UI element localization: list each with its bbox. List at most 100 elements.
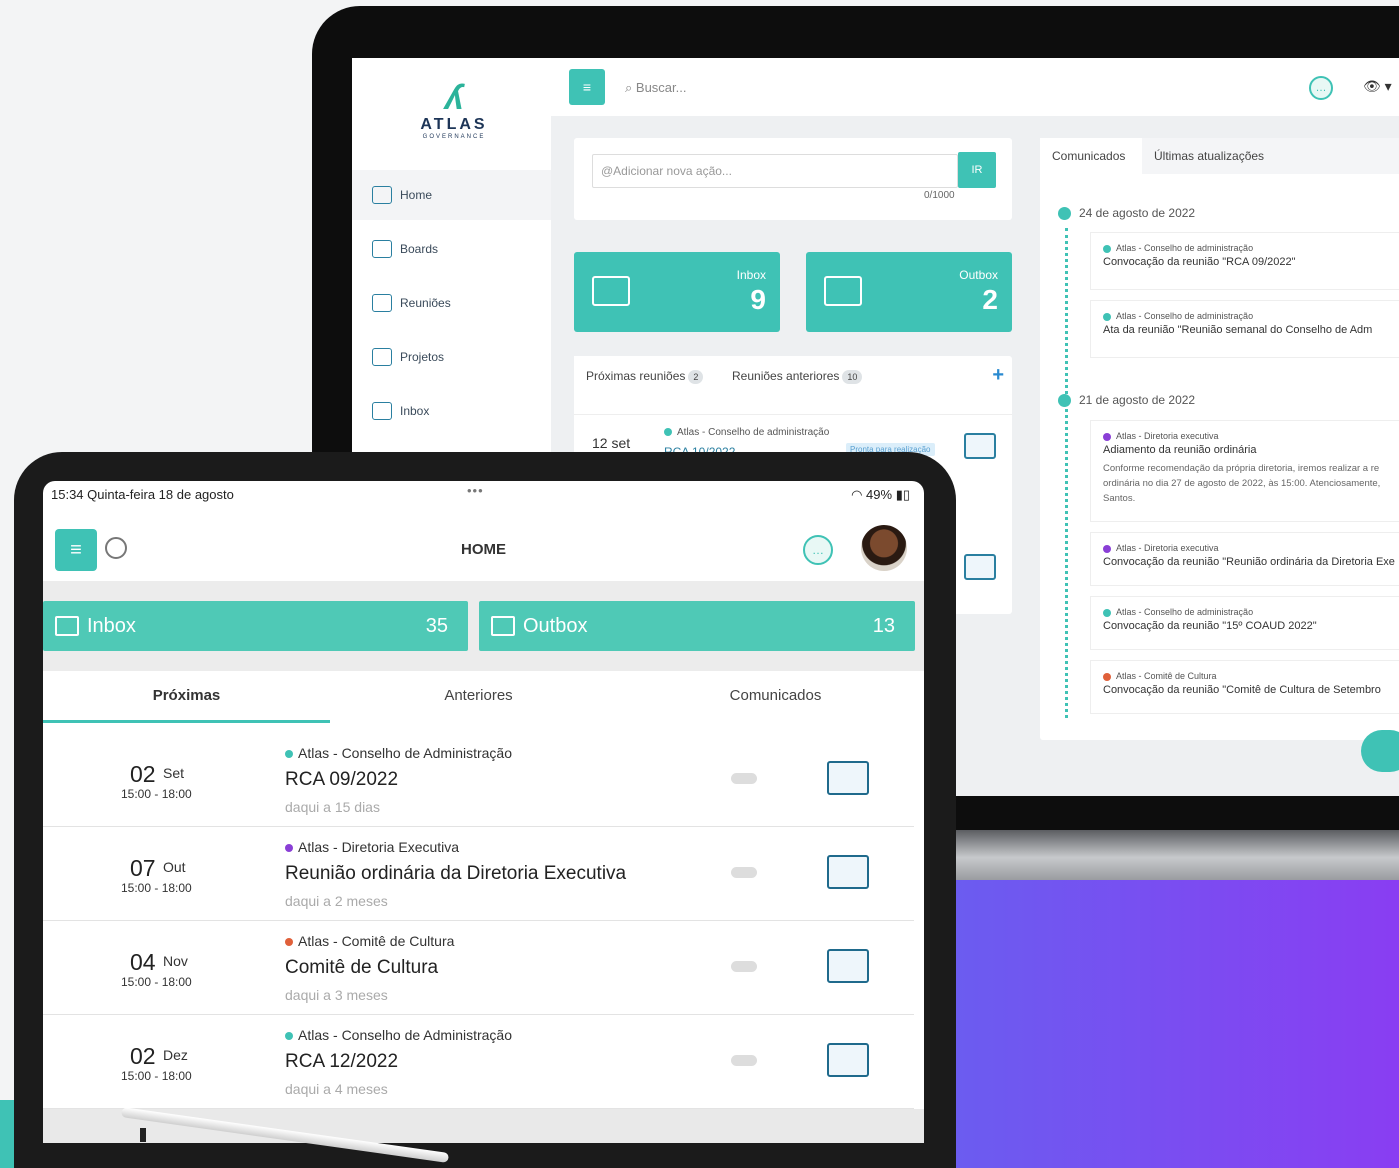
communication-item[interactable]: Atlas - Comitê de Cultura Convocação da … — [1090, 660, 1399, 714]
tab-label: Reuniões anteriores — [732, 369, 840, 383]
meeting-row[interactable]: 02 Dez 15:00 - 18:00 Atlas - Conselho de… — [43, 1015, 914, 1109]
sidebar-item-label: Inbox — [400, 404, 430, 418]
add-action-input[interactable]: @Adicionar nova ação... — [592, 154, 958, 188]
status-dot — [1103, 544, 1111, 553]
communication-org-label: Atlas - Diretoria executiva — [1116, 543, 1219, 553]
atlas-logo[interactable]: ʎ ATLAS GOVERNANCE — [414, 80, 494, 140]
meeting-org-label: Atlas - Conselho de Administração — [298, 1027, 512, 1043]
tablet-header: ≡ HOME … — [43, 509, 924, 581]
meeting-title: Reunião ordinária da Diretoria Executiva — [285, 863, 627, 884]
status-dot — [1103, 312, 1111, 321]
char-counter: 0/1000 — [924, 190, 955, 201]
timeline-date: 21 de agosto de 2022 — [1058, 393, 1196, 408]
search-input[interactable]: ⌕ Buscar... — [625, 80, 686, 96]
meeting-hours: 15:00 - 18:00 — [121, 787, 192, 801]
sidebar-item-label: Reuniões — [400, 296, 451, 310]
floating-chat-button[interactable] — [1361, 730, 1399, 772]
tab-comunicados[interactable]: Comunicados — [627, 687, 924, 704]
atlas-logo-icon: ʎ — [444, 79, 464, 117]
tab-anteriores[interactable]: Anteriores — [330, 687, 627, 704]
tab-reunioes-anteriores[interactable]: Reuniões anteriores 10 — [720, 356, 874, 394]
book-icon[interactable] — [827, 949, 869, 983]
outbox-count: 2 — [982, 284, 998, 315]
communication-title: Ata da reunião "Reunião semanal do Conse… — [1103, 324, 1373, 336]
meeting-month: Out — [163, 859, 186, 875]
tab-proximas[interactable]: Próximas — [43, 687, 330, 704]
multitask-dots[interactable]: ••• — [467, 483, 484, 498]
sidebar-item-reunioes[interactable]: Reuniões — [352, 278, 551, 328]
book-icon[interactable] — [964, 554, 996, 580]
meeting-hours: 15:00 - 18:00 — [121, 975, 192, 989]
status-dot — [285, 750, 293, 759]
meeting-org-label: Atlas - Conselho de Administração — [298, 745, 512, 761]
communication-title: Convocação da reunião "RCA 09/2022" — [1103, 256, 1296, 268]
communications-card: Comunicados Últimas atualizações 24 de a… — [1040, 138, 1399, 740]
meeting-list: 02 Set 15:00 - 18:00 Atlas - Conselho de… — [43, 733, 924, 1113]
status-dot — [1103, 244, 1111, 253]
communication-item[interactable]: Atlas - Diretoria executiva Adiamento da… — [1090, 420, 1399, 522]
tab-proximas-reunioes[interactable]: Próximas reuniões 2 — [574, 356, 716, 394]
communication-item[interactable]: Atlas - Conselho de administração Convoc… — [1090, 596, 1399, 650]
inbox-tile[interactable]: Inbox 9 — [574, 252, 780, 332]
outbox-tile[interactable]: Outbox 2 — [806, 252, 1012, 332]
book-icon[interactable] — [827, 761, 869, 795]
inbox-tile[interactable]: Inbox 35 — [43, 601, 468, 651]
sidebar-item-projetos[interactable]: Projetos — [352, 332, 551, 382]
meeting-row[interactable]: 02 Set 15:00 - 18:00 Atlas - Conselho de… — [43, 733, 914, 827]
toggle[interactable] — [731, 961, 757, 972]
inbox-count: 35 — [425, 615, 448, 637]
chat-icon[interactable]: … — [1309, 76, 1333, 100]
status-dot — [285, 844, 293, 853]
book-icon[interactable] — [827, 855, 869, 889]
sidebar-item-boards[interactable]: Boards — [352, 224, 551, 274]
submit-action-button[interactable]: IR — [958, 152, 996, 188]
tab-comunicados[interactable]: Comunicados — [1040, 138, 1138, 174]
outbox-tile[interactable]: Outbox 13 — [479, 601, 915, 651]
communication-item[interactable]: Atlas - Conselho de administração Ata da… — [1090, 300, 1399, 358]
toggle[interactable] — [731, 867, 757, 878]
communication-org-label: Atlas - Diretoria executiva — [1116, 431, 1219, 441]
meeting-org: Atlas - Conselho de Administração — [285, 745, 512, 761]
meeting-org: Atlas - Diretoria Executiva — [285, 839, 459, 855]
sidebar-item-inbox[interactable]: Inbox — [352, 386, 551, 436]
communication-org: Atlas - Conselho de administração — [1103, 243, 1399, 253]
tab-ultimas-atualizacoes[interactable]: Últimas atualizações — [1142, 138, 1399, 174]
communication-item[interactable]: Atlas - Diretoria executiva Convocação d… — [1090, 532, 1399, 586]
meeting-month: Dez — [163, 1047, 188, 1063]
outbox-icon — [824, 276, 862, 306]
meeting-title: RCA 12/2022 — [285, 1051, 399, 1072]
outbox-label: Outbox — [523, 615, 588, 637]
tab-label: Próximas reuniões — [586, 369, 686, 383]
timeline-date: 24 de agosto de 2022 — [1058, 206, 1195, 221]
search-icon: ⌕ — [625, 80, 636, 95]
active-tab-indicator — [43, 720, 330, 723]
battery-status: ◠ 49% ▮▯ — [851, 487, 910, 503]
chat-icon[interactable]: … — [803, 535, 833, 565]
meeting-day: 04 — [130, 949, 156, 975]
add-meeting-button[interactable]: + — [992, 364, 1004, 387]
avatar[interactable] — [861, 525, 907, 571]
inbox-label: Inbox — [87, 615, 136, 637]
toggle[interactable] — [731, 1055, 757, 1066]
book-icon[interactable] — [827, 1043, 869, 1077]
meeting-title: Comitê de Cultura — [285, 957, 439, 978]
communication-item[interactable]: Atlas - Conselho de administração Convoc… — [1090, 232, 1399, 290]
sidebar-item-home[interactable]: Home — [352, 170, 551, 220]
meeting-day: 02 — [130, 1043, 156, 1069]
meeting-row[interactable]: 04 Nov 15:00 - 18:00 Atlas - Comitê de C… — [43, 921, 914, 1015]
meeting-hours: 15:00 - 18:00 — [121, 881, 192, 895]
timeline-date-label: 21 de agosto de 2022 — [1079, 393, 1196, 407]
battery-icon: ▮▯ — [892, 487, 910, 502]
communication-org: Atlas - Conselho de administração — [1103, 311, 1399, 321]
communication-org-label: Atlas - Comitê de Cultura — [1116, 671, 1217, 681]
status-dot — [1103, 608, 1111, 617]
communication-title: Convocação da reunião "Reunião ordinária… — [1103, 556, 1395, 568]
menu-button[interactable]: ≡ — [569, 69, 605, 105]
toggle[interactable] — [731, 773, 757, 784]
eye-icon[interactable]: 👁 ▾ — [1363, 78, 1392, 95]
communication-org-label: Atlas - Conselho de administração — [1116, 311, 1254, 321]
book-icon[interactable] — [964, 433, 996, 459]
communication-org: Atlas - Conselho de administração — [1103, 607, 1399, 617]
logo-name: ATLAS — [420, 116, 488, 133]
meeting-row[interactable]: 07 Out 15:00 - 18:00 Atlas - Diretoria E… — [43, 827, 914, 921]
